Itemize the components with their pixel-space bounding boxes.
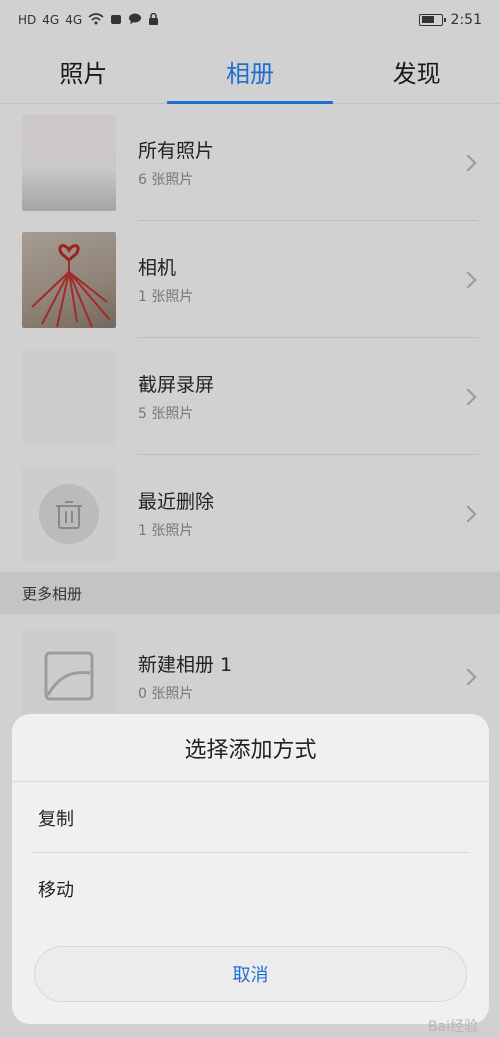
- album-thumbnail: [22, 114, 116, 211]
- add-method-sheet: 选择添加方式 复制 移动 取消: [12, 714, 489, 1024]
- option-copy[interactable]: 复制: [12, 782, 489, 853]
- album-name: 截屏录屏: [138, 374, 215, 396]
- hd-icon: HD: [18, 13, 37, 27]
- cancel-button[interactable]: 取消: [34, 946, 467, 1002]
- heart-thread-image: [31, 243, 111, 327]
- chevron-right-icon: [459, 505, 477, 522]
- album-count: 1 张照片: [138, 523, 194, 539]
- chevron-right-icon: [459, 668, 477, 685]
- album-camera[interactable]: 相机 1 张照片: [0, 221, 500, 338]
- chevron-right-icon: [459, 271, 477, 288]
- signal-icon: 4G: [42, 13, 60, 27]
- status-bar: HD 4G 4G 2:51: [0, 0, 500, 40]
- section-header-more-albums: 更多相册: [0, 572, 500, 614]
- album-name: 最近删除: [138, 491, 215, 513]
- image-placeholder-icon: [44, 651, 94, 700]
- option-move[interactable]: 移动: [12, 853, 489, 924]
- sheet-title: 选择添加方式: [12, 714, 489, 782]
- album-all-photos[interactable]: 所有照片 6 张照片: [0, 104, 500, 221]
- album-name: 所有照片: [138, 140, 215, 162]
- battery-icon: [418, 14, 446, 26]
- album-name: 新建相册 1: [138, 654, 233, 676]
- signal-icon: 4G: [65, 13, 83, 27]
- trash-icon: [39, 483, 99, 544]
- tab-photos[interactable]: 照片: [0, 40, 167, 103]
- album-thumbnail: [22, 465, 116, 562]
- album-thumbnail: [22, 231, 116, 328]
- lock-icon: [148, 12, 159, 28]
- watermark: Bai经验: [427, 1019, 478, 1035]
- album-count: 0 张照片: [138, 686, 194, 702]
- album-recently-deleted[interactable]: 最近删除 1 张照片: [0, 455, 500, 572]
- chevron-right-icon: [459, 154, 477, 171]
- message-icon: [128, 13, 142, 28]
- album-thumbnail: [22, 348, 116, 445]
- tab-discover[interactable]: 发现: [333, 40, 500, 103]
- alarm-icon: [110, 13, 122, 28]
- tab-bar: 照片 相册 发现: [0, 40, 500, 104]
- album-count: 6 张照片: [138, 172, 194, 188]
- album-name: 相机: [138, 257, 177, 279]
- album-screenshots[interactable]: 截屏录屏 5 张照片: [0, 338, 500, 455]
- tab-albums[interactable]: 相册: [166, 40, 334, 104]
- wifi-icon: [88, 12, 104, 28]
- album-thumbnail: [22, 628, 116, 725]
- album-list: 所有照片 6 张照片 相机 1 张照片 截屏录屏 5 张照片 最近删除 1 张照…: [0, 104, 500, 572]
- album-count: 1 张照片: [138, 289, 194, 305]
- status-time: 2:51: [450, 12, 482, 28]
- status-left-icons: HD 4G 4G: [18, 12, 159, 28]
- chevron-right-icon: [459, 388, 477, 405]
- album-count: 5 张照片: [138, 406, 194, 422]
